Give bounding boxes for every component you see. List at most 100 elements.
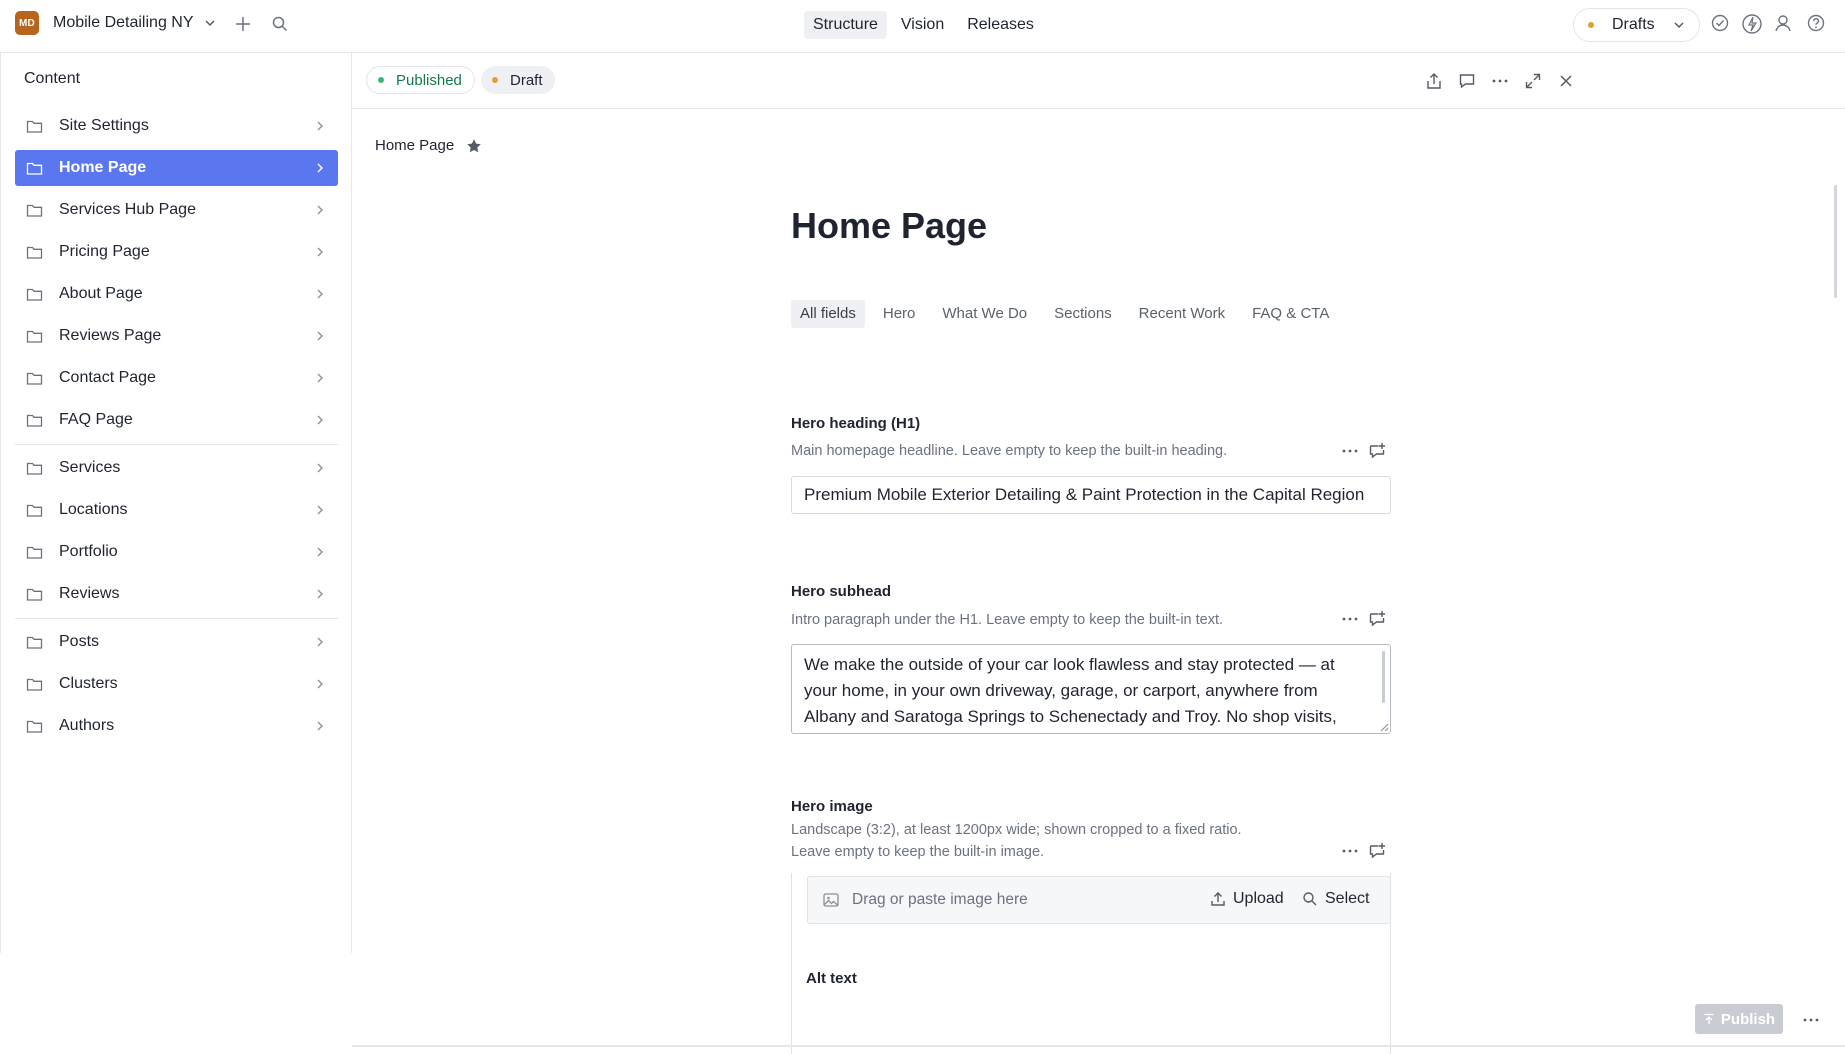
- tab-sections[interactable]: Sections: [1045, 300, 1121, 328]
- status-draft-badge[interactable]: Draft: [481, 66, 555, 94]
- sidebar-title: Content: [24, 70, 81, 87]
- sidebar-item-label: Locations: [59, 501, 128, 518]
- resize-handle-icon[interactable]: [1380, 723, 1389, 732]
- more-options-icon[interactable]: [1491, 72, 1509, 90]
- sidebar-item-site-settings[interactable]: Site Settings: [15, 108, 338, 144]
- upload-icon: [1210, 891, 1226, 907]
- status-published-badge[interactable]: Published: [366, 66, 475, 94]
- hero-image-label: Hero image: [791, 798, 873, 815]
- sidebar-item-label: Reviews: [59, 585, 120, 602]
- folder-icon: [26, 161, 43, 176]
- folder-icon: [26, 203, 43, 218]
- folder-icon: [26, 587, 43, 602]
- folder-icon: [26, 503, 43, 518]
- perspective-selector[interactable]: Drafts: [1573, 8, 1700, 42]
- upload-button[interactable]: Upload: [1210, 890, 1284, 908]
- textarea-scrollbar[interactable]: [1382, 651, 1385, 703]
- hero-subhead-text: We make the outside of your car look fla…: [804, 655, 1337, 726]
- sidebar-item-label: Services: [59, 459, 121, 476]
- image-icon: [822, 891, 840, 909]
- chevron-right-icon: [316, 636, 324, 648]
- more-options-icon[interactable]: [1341, 442, 1359, 460]
- chevron-right-icon: [316, 414, 324, 426]
- chevron-right-icon: [316, 162, 324, 174]
- sidebar-item-authors[interactable]: Authors: [15, 708, 338, 744]
- workspace-name: Mobile Detailing NY: [53, 14, 194, 31]
- sidebar-item-contact-page[interactable]: Contact Page: [15, 360, 338, 396]
- add-comment-icon[interactable]: [1368, 442, 1386, 460]
- sidebar-item-pricing-page[interactable]: Pricing Page: [15, 234, 338, 270]
- sidebar-item-services-hub-page[interactable]: Services Hub Page: [15, 192, 338, 228]
- image-dropzone[interactable]: Drag or paste image here Upload Select: [807, 876, 1391, 924]
- folder-icon: [26, 287, 43, 302]
- sidebar-item-clusters[interactable]: Clusters: [15, 666, 338, 702]
- select-button[interactable]: Select: [1302, 890, 1369, 908]
- tasks-icon[interactable]: [1710, 13, 1730, 33]
- activity-icon[interactable]: [1741, 13, 1763, 35]
- sidebar-item-label: Posts: [59, 633, 100, 650]
- sidebar-item-locations[interactable]: Locations: [15, 492, 338, 528]
- sidebar-item-faq-page[interactable]: FAQ Page: [15, 402, 338, 438]
- sidebar-item-services[interactable]: Services: [15, 450, 338, 486]
- chevron-right-icon: [316, 204, 324, 216]
- expand-icon[interactable]: [1524, 72, 1542, 90]
- main-nav: Structure Vision Releases: [804, 11, 1048, 39]
- publish-button[interactable]: Publish: [1695, 1004, 1783, 1034]
- breadcrumb: Home Page: [375, 137, 482, 154]
- add-comment-icon[interactable]: [1368, 842, 1386, 860]
- sidebar-item-label: Pricing Page: [59, 243, 150, 260]
- document-scrollbar[interactable]: [1834, 185, 1837, 298]
- sidebar-bottom: [0, 953, 352, 1054]
- close-icon[interactable]: [1557, 72, 1575, 90]
- chevron-down-icon: [204, 17, 216, 29]
- share-icon[interactable]: [1425, 72, 1443, 90]
- search-icon[interactable]: [271, 15, 289, 33]
- add-icon[interactable]: [234, 15, 252, 33]
- help-icon[interactable]: [1806, 13, 1826, 33]
- sidebar-item-label: Portfolio: [59, 543, 118, 560]
- tab-hero[interactable]: Hero: [874, 300, 925, 328]
- footer-divider: [352, 1045, 1845, 1047]
- folder-icon: [26, 413, 43, 428]
- nav-tab-releases[interactable]: Releases: [958, 11, 1043, 39]
- star-icon[interactable]: [466, 138, 482, 154]
- folder-icon: [26, 245, 43, 260]
- hero-subhead-label: Hero subhead: [791, 583, 892, 600]
- hero-heading-input[interactable]: Premium Mobile Exterior Detailing & Pain…: [791, 476, 1391, 514]
- upload-label: Upload: [1233, 890, 1284, 907]
- chevron-right-icon: [316, 120, 324, 132]
- tab-all-fields[interactable]: All fields: [791, 300, 865, 328]
- sidebar-item-label: Site Settings: [59, 117, 149, 134]
- tab-what-we-do[interactable]: What We Do: [933, 300, 1036, 328]
- search-icon: [1302, 891, 1318, 907]
- user-avatar-icon[interactable]: [1773, 13, 1793, 33]
- sidebar-item-label: Authors: [59, 717, 115, 734]
- workspace-switcher[interactable]: MD Mobile Detailing NY: [15, 11, 216, 35]
- chevron-right-icon: [316, 288, 324, 300]
- add-comment-icon[interactable]: [1368, 610, 1386, 628]
- draft-label: Draft: [510, 71, 543, 89]
- chevron-right-icon: [316, 504, 324, 516]
- more-options-icon[interactable]: [1341, 610, 1359, 628]
- sidebar-item-home-page[interactable]: Home Page: [15, 150, 338, 186]
- folder-icon: [26, 461, 43, 476]
- comment-icon[interactable]: [1458, 72, 1476, 90]
- sidebar-item-about-page[interactable]: About Page: [15, 276, 338, 312]
- more-options-icon[interactable]: [1341, 842, 1359, 860]
- more-actions-icon[interactable]: [1803, 1017, 1819, 1023]
- nav-tab-vision[interactable]: Vision: [892, 11, 953, 39]
- folder-icon: [26, 677, 43, 692]
- sidebar-item-reviews-page[interactable]: Reviews Page: [15, 318, 338, 354]
- sidebar-item-portfolio[interactable]: Portfolio: [15, 534, 338, 570]
- sidebar-item-posts[interactable]: Posts: [15, 624, 338, 660]
- hero-heading-description: Main homepage headline. Leave empty to k…: [791, 443, 1228, 459]
- chevron-right-icon: [316, 372, 324, 384]
- tab-recent-work[interactable]: Recent Work: [1130, 300, 1234, 328]
- sidebar-item-reviews[interactable]: Reviews: [15, 576, 338, 612]
- hero-subhead-textarea[interactable]: We make the outside of your car look fla…: [791, 644, 1391, 734]
- tab-faq-cta[interactable]: FAQ & CTA: [1243, 300, 1338, 328]
- field-group-tabs: All fields Hero What We Do Sections Rece…: [791, 300, 1347, 328]
- chevron-right-icon: [316, 720, 324, 732]
- nav-tab-structure[interactable]: Structure: [804, 11, 887, 39]
- perspective-label: Drafts: [1612, 16, 1655, 33]
